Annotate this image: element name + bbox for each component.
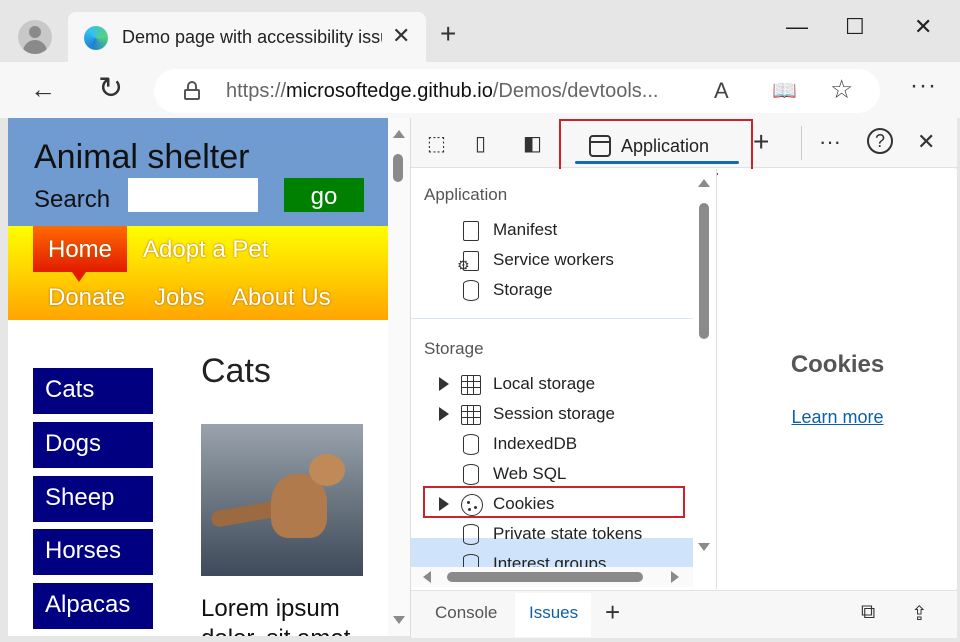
read-aloud-icon[interactable]: A — [714, 78, 729, 104]
section-application: Application — [424, 185, 508, 204]
browser-menu-button[interactable]: ··· — [910, 72, 937, 100]
cat-photo — [201, 424, 363, 576]
devtools-panel: ⬚ ▯ ◧ Application + ··· ? ✕ Application … — [410, 118, 957, 638]
title-bar: Demo page with accessibility issu ✕ + — … — [0, 0, 960, 64]
cookies-title: Cookies — [790, 351, 885, 378]
database-icon — [461, 523, 481, 545]
nav-home-link[interactable]: Home — [48, 236, 112, 264]
dock-sidebar-icon[interactable]: ◧ — [523, 131, 542, 156]
search-input[interactable] — [128, 178, 258, 212]
page-header: Animal shelter Search go — [8, 118, 388, 226]
database-icon — [461, 433, 481, 455]
tree-horizontal-scrollbar[interactable] — [411, 567, 693, 587]
device-emulation-icon[interactable]: ▯ — [475, 131, 486, 156]
tree-item-session-storage[interactable]: Session storage — [439, 399, 711, 429]
scroll-up-icon[interactable] — [393, 130, 405, 138]
scroll-right-icon[interactable] — [671, 571, 679, 583]
drawer-tab-console[interactable]: Console — [435, 603, 497, 623]
scroll-up-icon[interactable] — [698, 179, 710, 187]
service-worker-gear-icon: ⚙ — [457, 249, 481, 273]
tab-title: Demo page with accessibility issu — [122, 27, 382, 47]
edge-favicon-icon — [84, 26, 108, 50]
application-window-icon — [589, 135, 611, 157]
refresh-button[interactable]: ↻ — [98, 74, 123, 104]
tab-close-icon[interactable]: ✕ — [392, 23, 410, 49]
navigation-bar: ← ↻ https://microsoftedge.github.io/Demo… — [0, 62, 960, 118]
back-button[interactable]: ← — [30, 74, 56, 104]
drawer-tab-issues[interactable]: Issues — [529, 603, 578, 623]
section-storage: Storage — [424, 339, 484, 358]
search-label: Search — [34, 186, 111, 213]
devtools-drawer: Console Issues + ⧉ ⇪ — [411, 590, 957, 638]
scroll-left-icon[interactable] — [423, 571, 431, 583]
tree-item-indexeddb[interactable]: IndexedDB — [461, 429, 711, 459]
drawer-add-tab-button[interactable]: + — [605, 597, 620, 628]
expand-arrow-icon[interactable] — [439, 407, 449, 421]
nav-adopt-link[interactable]: Adopt a Pet — [143, 236, 268, 264]
minimize-button[interactable]: — — [786, 14, 808, 40]
sidebar-item-sheep[interactable]: Sheep — [33, 476, 153, 522]
sidebar-item-dogs[interactable]: Dogs — [33, 422, 153, 468]
sidebar-item-horses[interactable]: Horses — [33, 529, 153, 575]
database-icon — [461, 463, 481, 485]
expand-drawer-icon[interactable]: ⇪ — [911, 601, 928, 626]
browser-tab[interactable]: Demo page with accessibility issu ✕ — [68, 12, 426, 64]
tree-item-web-sql[interactable]: Web SQL — [461, 459, 711, 489]
content-heading: Cats — [201, 352, 271, 390]
immersive-reader-icon[interactable]: 📖 — [772, 78, 797, 103]
browser-window: Demo page with accessibility issu ✕ + — … — [0, 0, 960, 642]
page-nav: Home Adopt a Pet Donate Jobs About Us — [8, 226, 388, 320]
nav-jobs-link[interactable]: Jobs — [154, 284, 205, 312]
sidebar-item-cats[interactable]: Cats — [33, 368, 153, 414]
file-icon — [461, 219, 481, 241]
database-icon — [461, 279, 481, 301]
sidebar-item-alpacas[interactable]: Alpacas — [33, 583, 153, 629]
dock-drawer-icon[interactable]: ⧉ — [861, 601, 875, 624]
lorem-text: Lorem ipsumdolor, sit amet — [201, 595, 350, 636]
devtools-toolbar: ⬚ ▯ ◧ Application + ··· ? ✕ — [411, 118, 957, 175]
learn-more-link[interactable]: Learn more — [718, 407, 957, 428]
close-devtools-button[interactable]: ✕ — [917, 129, 935, 155]
cookies-pane: Cookies Learn more — [718, 169, 957, 589]
application-sidebar-tree: Application Manifest ⚙ Service workers S… — [411, 169, 717, 589]
tree-scroll-thumb[interactable] — [699, 203, 709, 339]
tree-item-manifest[interactable]: Manifest — [461, 215, 711, 245]
add-tab-button[interactable]: + — [753, 126, 769, 158]
go-button[interactable]: go — [284, 178, 364, 212]
nav-about-link[interactable]: About Us — [232, 284, 331, 312]
tree-item-storage[interactable]: Storage — [461, 275, 711, 305]
expand-arrow-icon[interactable] — [439, 377, 449, 391]
close-window-button[interactable]: ✕ — [914, 14, 932, 40]
tree-vertical-scrollbar[interactable] — [695, 169, 715, 569]
help-icon[interactable]: ? — [867, 128, 893, 154]
favorites-star-icon[interactable]: ☆ — [830, 74, 853, 105]
tree-item-service-workers[interactable]: ⚙ Service workers — [457, 245, 711, 275]
url-text: https://microsoftedge.github.io/Demos/de… — [226, 80, 659, 102]
address-bar[interactable]: https://microsoftedge.github.io/Demos/de… — [154, 69, 880, 113]
new-tab-button[interactable]: + — [440, 20, 456, 48]
page-scroll-thumb[interactable] — [393, 154, 403, 182]
cookies-highlight-box — [423, 486, 685, 518]
tab-application[interactable]: Application — [559, 119, 753, 175]
scroll-down-icon[interactable] — [698, 543, 710, 551]
page-title: Animal shelter — [34, 138, 250, 176]
devtools-more-button[interactable]: ··· — [819, 129, 841, 155]
nav-donate-link[interactable]: Donate — [48, 284, 125, 312]
lock-icon[interactable] — [184, 81, 200, 100]
page-scrollbar[interactable] — [388, 118, 410, 636]
tree-item-local-storage[interactable]: Local storage — [439, 369, 711, 399]
web-page: Animal shelter Search go Home Adopt a Pe… — [8, 118, 388, 636]
tree-item-private-state-tokens[interactable]: Private state tokens — [461, 519, 711, 549]
scroll-down-icon[interactable] — [393, 616, 405, 624]
profile-avatar-icon[interactable] — [18, 20, 52, 54]
grid-icon — [461, 403, 481, 425]
maximize-button[interactable]: ☐ — [845, 14, 865, 40]
tree-hscroll-thumb[interactable] — [447, 572, 643, 582]
inspect-element-icon[interactable]: ⬚ — [427, 131, 446, 156]
tab-application-label: Application — [621, 136, 710, 156]
grid-icon — [461, 373, 481, 395]
